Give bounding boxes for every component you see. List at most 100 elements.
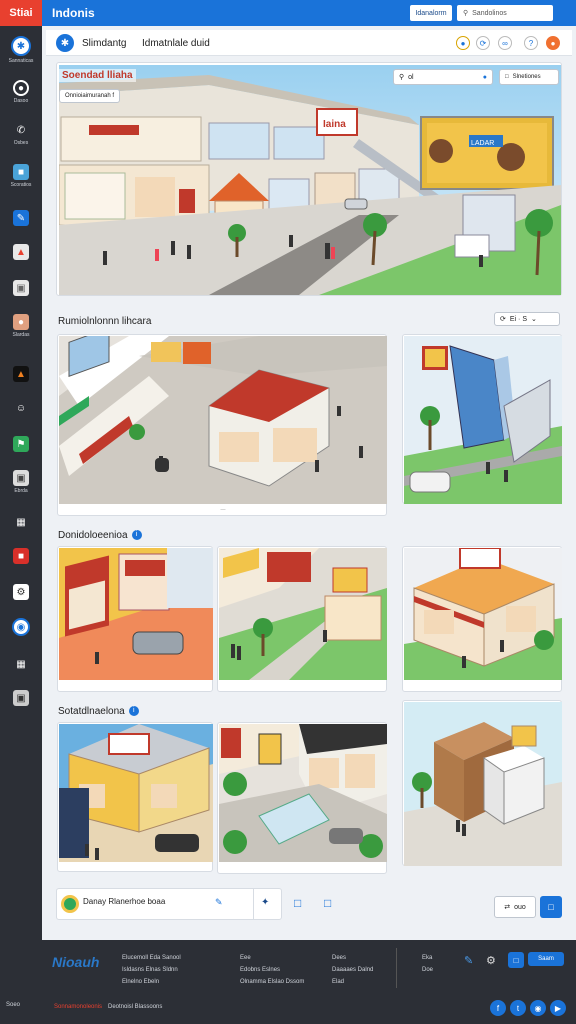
sidebar-item-8[interactable]: ▲ [0,366,42,382]
doc-icon: □ [505,74,509,80]
app-logo[interactable]: Stiai [0,0,42,26]
filter-icon: ⟳ [500,316,506,323]
sidebar-item-14[interactable]: ⚙ [0,584,42,600]
footer-col-3: Dees Daaaaes Dalnd Elad [332,952,373,988]
bookmark-icon[interactable]: □ [294,896,301,910]
app-badge-icon[interactable]: ✱ [56,34,74,52]
edit-icon[interactable]: ✎ [464,954,473,967]
sidebar-label: Slardas [12,332,30,338]
help-icon[interactable]: ? [524,36,538,50]
sidebar-item-12[interactable]: ▦ [0,514,42,530]
chevron-down-icon: ⌄ [531,316,537,323]
sidebar-item-10[interactable]: ⚑ [0,436,42,452]
section1-filter-chip[interactable]: ⟳ Ei · S ⌄ [494,312,560,326]
warehouse-card[interactable] [402,700,562,866]
street-scene-illustration [59,336,387,504]
twitter-icon[interactable]: t [510,1000,526,1016]
hero-action-button[interactable]: □ Slnetiones [499,69,559,85]
youtube-icon[interactable]: ▶ [550,1000,566,1016]
share-icon[interactable]: ✦ [261,897,269,908]
sidebar-item-4[interactable]: ✎ [0,210,42,226]
link-icon[interactable]: ∞ [498,36,512,50]
tower-scene-card[interactable] [402,334,562,504]
sidebar-item-3[interactable]: ■ Scoratios [0,164,42,188]
footer-bottom-link-2[interactable]: Deotnoisl Blassoons [108,1004,162,1010]
coin-icon[interactable]: ● [456,36,470,50]
sidebar-item-13[interactable]: ■ [0,548,42,564]
footer-bottom-link-1[interactable]: Sonnamonoleonis [54,1004,102,1010]
sidebar-item-0[interactable]: ✱ Sannaticas [0,36,42,64]
app-title: Indonis [52,6,95,20]
footer-link[interactable]: Edobns Eslnes [240,964,304,976]
sidebar-item-5[interactable]: ▲ [0,244,42,260]
top-action-button[interactable]: Idanalorm [410,5,452,21]
sidebar-item-6[interactable]: ▣ [0,280,42,296]
save-icon: ▣ [13,690,29,706]
comment-text: Danay Rlanerhoe boaa [83,897,166,906]
footer-link[interactable]: Eka [422,952,433,964]
footer-button[interactable]: Saam [528,952,564,966]
footer-link[interactable]: Elnelno Ebeln [122,976,181,988]
sidebar-item-7[interactable]: ● Slardas [0,314,42,338]
flame-icon: ▲ [13,366,29,382]
user-icon: ☺ [15,402,27,414]
footer-link[interactable]: Dees [332,952,373,964]
storefront-car-card[interactable] [57,546,213,692]
next-icon: ⇄ [504,904,511,911]
instagram-icon[interactable]: ◉ [530,1000,546,1016]
top-search-input[interactable]: ⚲ Sandolinos [457,5,553,21]
sidebar-item-9[interactable]: ☺ [0,400,42,416]
hero-search-input[interactable]: ⚲ ol ● [393,69,493,85]
sidebar-item-17[interactable]: ▣ [0,690,42,706]
plaza-scene-card[interactable] [217,546,387,692]
hero-badge[interactable]: Onnioiaimuranah f [59,89,121,103]
svg-text:Iaina: Iaina [323,119,346,130]
facebook-icon[interactable]: f [490,1000,506,1016]
content-header: ✱ Slimdantg Idmatnlale duid ● ⟳ ∞ ? ● [46,30,572,56]
footer-link[interactable]: Daaaaes Dalnd [332,964,373,976]
footer-link[interactable]: Elad [332,976,373,988]
top-bar: Stiai Indonis Idanalorm ⚲ Sandolinos [0,0,576,26]
chart-icon: ▲ [13,244,29,260]
folder-icon[interactable]: □ [324,896,331,910]
chat-icon[interactable]: □ [508,952,524,968]
footer-link[interactable]: Doe [422,964,433,976]
refresh-icon[interactable]: ⟳ [476,36,490,50]
edit-icon[interactable]: ✎ [215,897,223,908]
avenue-scene-card[interactable] [217,722,387,874]
tower-scene-illustration [404,336,562,504]
sidebar-label: Sannaticas [8,58,34,64]
sidebar-item-16[interactable]: ▦ [0,656,42,672]
footer-link[interactable]: Eee [240,952,304,964]
fish-icon: ◉ [12,618,30,636]
corner-store-card[interactable] [402,546,562,692]
sidebar-label: Scoratios [10,182,32,188]
notification-icon[interactable]: ● [546,36,560,50]
sidebar-item-1[interactable]: ● Dasoo [0,80,42,104]
cube-icon: ▣ [13,470,29,486]
footer-link[interactable]: Isldasns Elnas Sldnn [122,964,181,976]
tab-primary[interactable]: Slimdantg [82,38,126,49]
pencil-icon: ✎ [13,210,29,226]
shop-corner-card[interactable] [57,722,213,872]
comment-bar[interactable]: Danay Rlanerhoe boaa ✎ ✦ [56,888,282,920]
box-icon: ▣ [13,280,29,296]
settings-icon[interactable]: ⚙ [486,954,496,967]
plaza-scene-illustration [219,548,387,680]
send-button[interactable]: □ [540,896,562,918]
avatar [61,895,79,913]
sidebar-label: Dasoo [13,98,29,104]
street-scene-card[interactable]: — [57,334,387,516]
footer-link[interactable]: Olnamma Elslao Dssom [240,976,304,988]
target-icon: ● [13,80,29,96]
sidebar-item-2[interactable]: ✆ Osbes [0,122,42,147]
hero-search-label: ol [408,73,414,81]
sidebar-label: Osbes [13,140,29,146]
info-icon[interactable]: i [128,706,139,717]
sidebar-item-11[interactable]: ▣ Ebrda [0,470,42,494]
sidebar-item-15[interactable]: ◉ [0,618,42,636]
next-button[interactable]: ⇄ ouo [494,896,536,918]
footer-link[interactable]: Elucemoll Eda Sanool [122,952,181,964]
info-icon[interactable]: i [131,530,142,541]
tab-secondary[interactable]: Idmatnlale duid [142,38,210,49]
